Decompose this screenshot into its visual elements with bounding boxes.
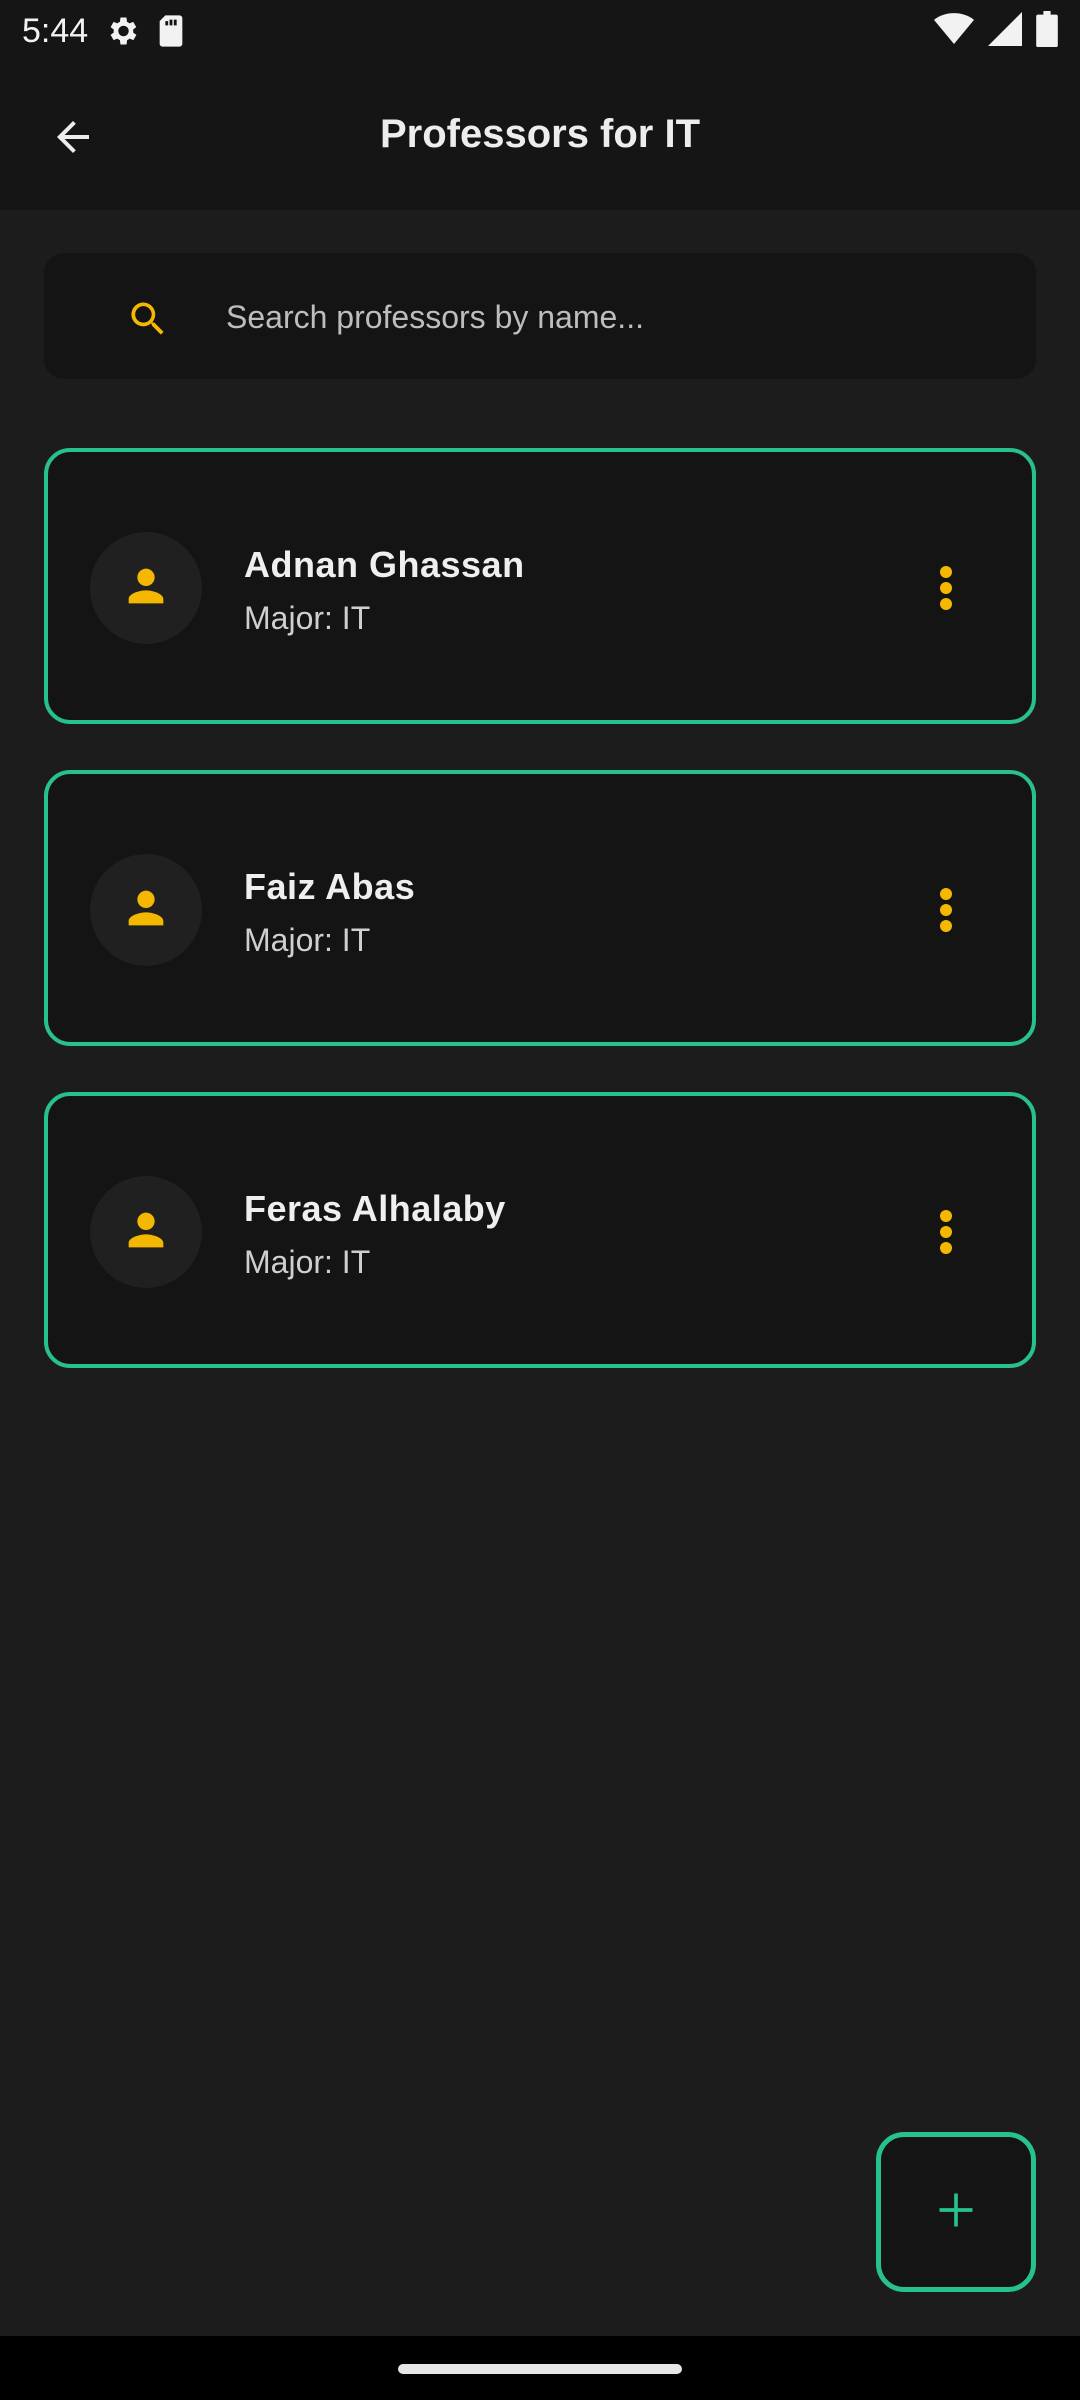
- home-gesture-handle[interactable]: [398, 2364, 682, 2374]
- professor-card[interactable]: Feras Alhalaby Major: IT: [44, 1092, 1036, 1368]
- professor-card[interactable]: Faiz Abas Major: IT: [44, 770, 1036, 1046]
- more-options-button[interactable]: [916, 876, 976, 948]
- add-professor-button[interactable]: [876, 2132, 1036, 2292]
- page-title: Professors for IT: [379, 112, 701, 156]
- more-vertical-icon: [940, 565, 952, 615]
- avatar: [90, 1176, 202, 1288]
- search-input[interactable]: [224, 283, 1028, 351]
- professor-major: Major: IT: [244, 1244, 371, 1280]
- professor-major: Major: IT: [244, 922, 371, 958]
- more-options-button[interactable]: [916, 554, 976, 626]
- sd-card-icon: [156, 14, 186, 48]
- avatar: [90, 532, 202, 644]
- professor-card[interactable]: Adnan Ghassan Major: IT: [44, 448, 1036, 724]
- app-bar: Professors for IT: [0, 62, 1080, 210]
- professor-name: Faiz Abas: [244, 866, 416, 907]
- person-icon: [120, 882, 172, 939]
- person-icon: [120, 1204, 172, 1261]
- professor-major: Major: IT: [244, 600, 371, 636]
- battery-icon: [1036, 10, 1058, 52]
- more-options-button[interactable]: [916, 1198, 976, 1270]
- professor-name: Feras Alhalaby: [244, 1188, 506, 1229]
- wifi-icon: [934, 12, 974, 51]
- plus-icon: [934, 2188, 978, 2237]
- search-icon: [126, 297, 170, 346]
- settings-icon: [104, 13, 140, 49]
- more-vertical-icon: [940, 1209, 952, 1259]
- person-icon: [120, 560, 172, 617]
- navigation-bar: [0, 2336, 1080, 2400]
- status-bar: 5:44: [0, 0, 1080, 62]
- more-vertical-icon: [940, 887, 952, 937]
- avatar: [90, 854, 202, 966]
- status-time: 5:44: [22, 11, 89, 50]
- signal-icon: [988, 11, 1022, 51]
- search-bar: [44, 253, 1036, 379]
- professor-name: Adnan Ghassan: [244, 544, 525, 585]
